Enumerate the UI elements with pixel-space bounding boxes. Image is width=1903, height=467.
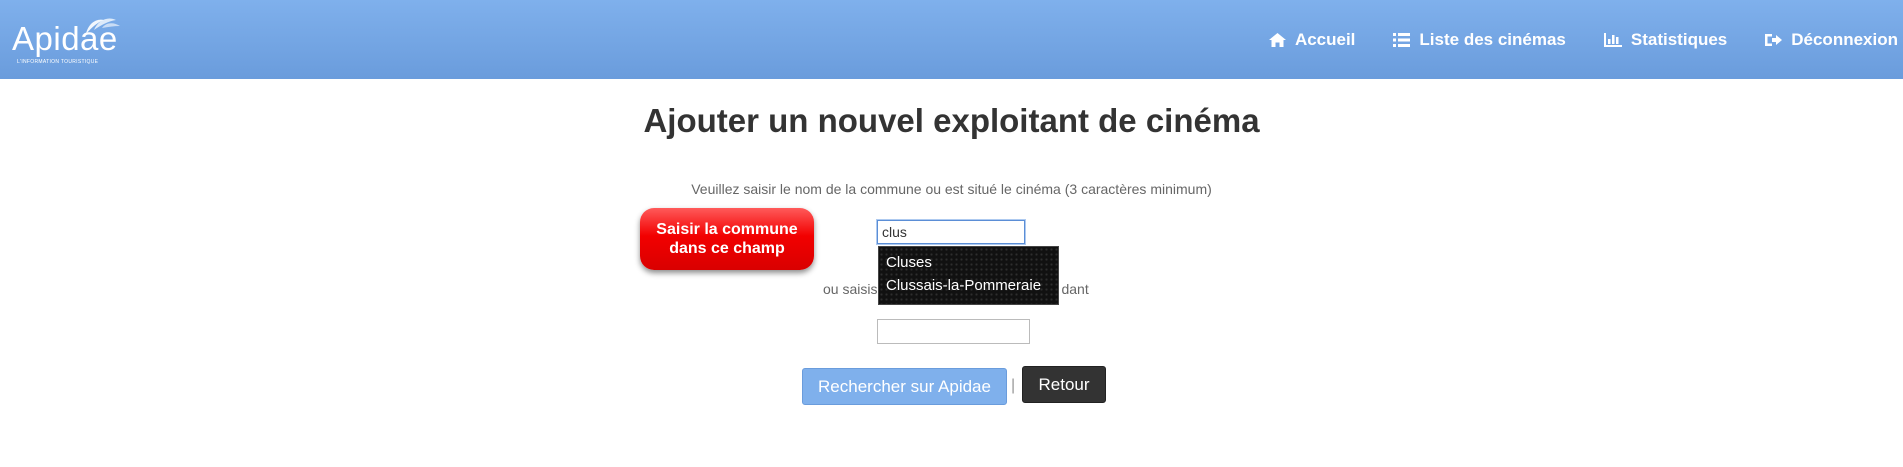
button-separator: | (1011, 377, 1016, 394)
commune-help-text: Veuillez saisir le nom de la commune ou … (691, 181, 1212, 197)
search-apidae-button[interactable]: Rechercher sur Apidae (802, 368, 1007, 405)
nav-label-liste-cinemas: Liste des cinémas (1419, 29, 1566, 49)
or-text-end: dant (1061, 281, 1089, 297)
instruction-callout: Saisir la commune dans ce champ (640, 208, 814, 270)
page-title: Ajouter un nouvel exploitant de cinéma (643, 102, 1260, 139)
nav-label-statistiques: Statistiques (1630, 29, 1728, 49)
brand-logo[interactable]: Apidae L'INFORMATION TOURISTIQUE (12, 14, 122, 65)
autocomplete-dropdown: Cluses Clussais-la-Pommeraie (878, 246, 1059, 305)
name-input[interactable] (877, 319, 1030, 344)
nav-menu: Accueil Liste des cinémas Statistiques D… (1231, 0, 1903, 79)
nav-item-deconnexion[interactable]: Déconnexion (1765, 30, 1898, 50)
list-icon (1393, 32, 1411, 47)
home-icon (1268, 32, 1286, 47)
brand-name: Apidae (12, 20, 118, 57)
navbar: Apidae L'INFORMATION TOURISTIQUE Accueil… (0, 0, 1903, 79)
autocomplete-option[interactable]: Clussais-la-Pommeraie (879, 274, 1058, 297)
nav-item-accueil[interactable]: Accueil (1268, 29, 1356, 50)
nav-label-deconnexion: Déconnexion (1791, 29, 1898, 49)
nav-item-liste-cinemas[interactable]: Liste des cinémas (1393, 29, 1566, 50)
brand-tagline: L'INFORMATION TOURISTIQUE (17, 59, 99, 65)
autocomplete-option[interactable]: Cluses (879, 251, 1058, 274)
nav-label-accueil: Accueil (1294, 29, 1356, 49)
bar-chart-icon (1603, 32, 1622, 47)
or-text-start: ou saisis (823, 281, 878, 297)
nav-item-statistiques[interactable]: Statistiques (1603, 29, 1728, 50)
callout-text: Saisir la commune dans ce champ (656, 221, 798, 257)
back-button[interactable]: Retour (1022, 366, 1106, 403)
logout-icon (1765, 33, 1783, 46)
commune-input[interactable] (876, 219, 1026, 245)
